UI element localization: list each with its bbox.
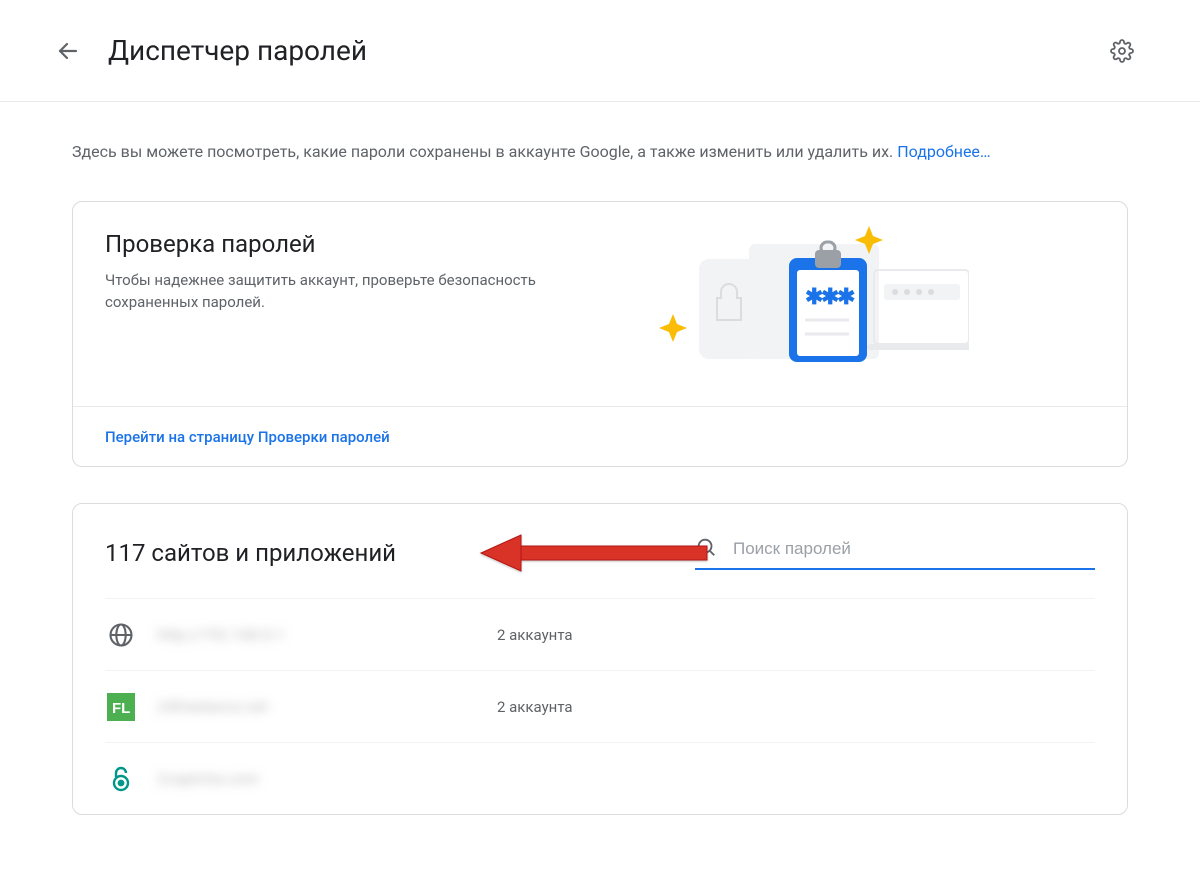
password-list-card: 117 сайтов и приложений http://192.168.0… [72,503,1128,815]
card-action: Перейти на страницу Проверки паролей [73,406,1127,466]
list-header: 117 сайтов и приложений [105,536,1095,570]
intro-description: Здесь вы можете посмотреть, какие пароли… [72,142,897,161]
password-checkup-card: Проверка паролей Чтобы надежнее защитить… [72,201,1128,467]
go-to-checkup-link[interactable]: Перейти на страницу Проверки паролей [105,428,390,446]
checkup-title: Проверка паролей [105,230,625,258]
globe-icon [105,619,137,651]
svg-text:FL: FL [112,700,130,717]
account-count: 2 аккаунта [497,626,573,644]
site-row[interactable]: http://192.168.0.1 2 аккаунта [105,598,1095,670]
lock-open-icon [105,763,137,795]
site-row[interactable]: 2captcha.com [105,742,1095,814]
svg-text:✱: ✱ [837,284,855,309]
checkup-description: Чтобы надежнее защитить аккаунт, проверь… [105,270,625,314]
site-row[interactable]: FL 24freelance.net 2 аккаунта [105,670,1095,742]
site-favicon-icon: FL [105,691,137,723]
site-name: 2captcha.com [157,769,497,788]
account-count: 2 аккаунта [497,698,573,716]
search-field[interactable] [695,536,1095,570]
search-input[interactable] [733,539,1095,559]
settings-button[interactable] [1110,39,1134,63]
annotation-arrow-icon [475,531,715,575]
sites-count-title: 117 сайтов и приложений [105,539,396,567]
site-name: http://192.168.0.1 [157,625,497,644]
back-button[interactable] [56,39,80,63]
arrow-left-icon [56,39,80,63]
site-name: 24freelance.net [157,697,497,716]
learn-more-link[interactable]: Подробнее… [897,142,990,161]
header: Диспетчер паролей [0,0,1200,102]
card-text: Проверка паролей Чтобы надежнее защитить… [105,230,625,314]
gear-icon [1110,39,1134,63]
clipboard-password-icon: ✱✱✱ [649,224,969,374]
checkup-illustration: ✱✱✱ [649,224,969,378]
main-container: Здесь вы можете посмотреть, какие пароли… [0,102,1200,815]
page-title: Диспетчер паролей [108,34,1110,67]
search-icon [695,536,717,562]
card-body: Проверка паролей Чтобы надежнее защитить… [73,202,1127,406]
intro-text: Здесь вы можете посмотреть, какие пароли… [72,142,1128,161]
